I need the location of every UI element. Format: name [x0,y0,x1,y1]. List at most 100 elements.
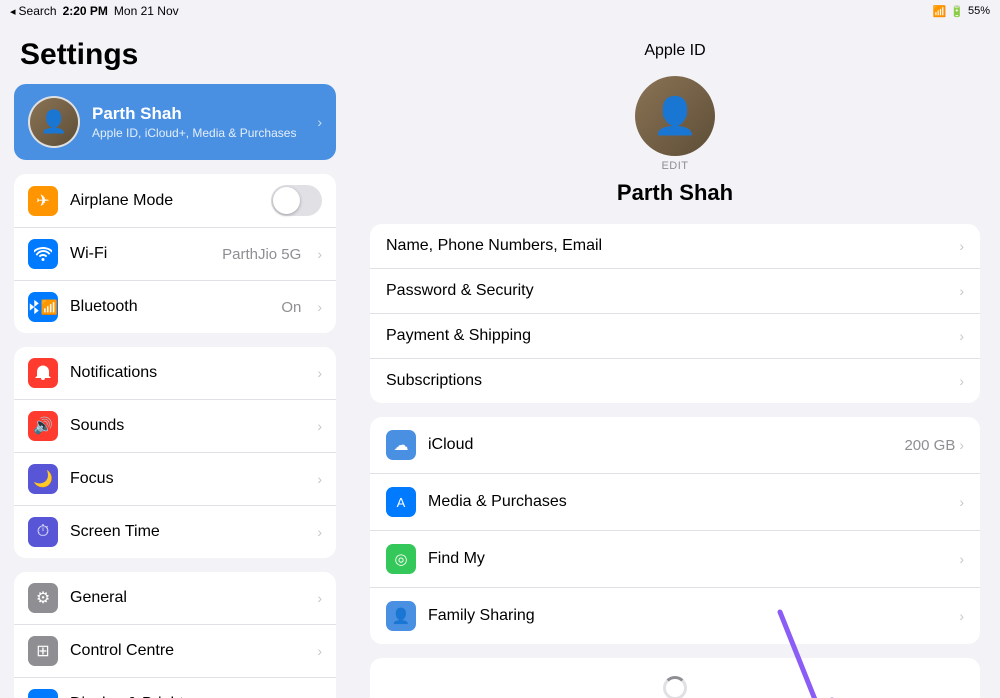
right-item-name-phone[interactable]: Name, Phone Numbers, Email › [370,224,980,269]
screen-time-icon: ⏱ [28,517,58,547]
notifications-chevron-icon: › [317,365,322,381]
name-phone-label: Name, Phone Numbers, Email [386,237,959,255]
profile-card[interactable]: 👤 Parth Shah Apple ID, iCloud+, Media & … [14,84,336,160]
payment-shipping-label: Payment & Shipping [386,327,959,345]
profile-info: Parth Shah Apple ID, iCloud+, Media & Pu… [92,104,305,140]
screen-time-label: Screen Time [70,523,305,541]
bluetooth-icon: 📶 [28,292,58,322]
sounds-chevron-icon: › [317,418,322,434]
airplane-mode-icon: ✈ [28,186,58,216]
sidebar-item-general[interactable]: ⚙ General › [14,572,336,625]
right-item-subscriptions[interactable]: Subscriptions › [370,359,980,403]
right-item-payment-shipping[interactable]: Payment & Shipping › [370,314,980,359]
right-item-find-my[interactable]: ◎ Find My › [370,531,980,588]
find-my-chevron-icon: › [959,551,964,567]
media-chevron-icon: › [959,494,964,510]
apple-id-header: Apple ID [350,22,1000,76]
profile-subtitle: Apple ID, iCloud+, Media & Purchases [92,126,305,140]
sidebar-title: Settings [0,22,350,84]
notifications-label: Notifications [70,364,305,382]
right-group-services: ☁ iCloud 200 GB › A Media & Purchases › … [370,417,980,644]
status-bar: Search 2:20 PM Mon 21 Nov 📶 🔋 55% [0,0,1000,22]
status-left: Search 2:20 PM Mon 21 Nov [10,4,179,18]
airplane-mode-label: Airplane Mode [70,192,259,210]
sidebar-item-airplane-mode[interactable]: ✈ Airplane Mode [14,174,336,228]
family-sharing-chevron-icon: › [959,608,964,624]
sidebar-item-wifi[interactable]: Wi-Fi ParthJio 5G › [14,228,336,281]
media-purchases-label: Media & Purchases [428,493,959,511]
subscriptions-chevron-icon: › [959,373,964,389]
general-chevron-icon: › [317,590,322,606]
bluetooth-label: Bluetooth [70,298,269,316]
sounds-label: Sounds [70,417,305,435]
apple-id-name: Parth Shah [350,180,1000,206]
sidebar-item-control-centre[interactable]: ⊞ Control Centre › [14,625,336,678]
apple-id-avatar[interactable]: 👤 [635,76,715,156]
sidebar-item-sounds[interactable]: 🔊 Sounds › [14,400,336,453]
status-time: 2:20 PM [63,4,108,18]
battery-icon: 🔋 [950,5,964,18]
sidebar: Settings 👤 Parth Shah Apple ID, iCloud+,… [0,22,350,698]
apple-id-avatar-wrap: 👤 EDIT [350,76,1000,172]
wifi-label: Wi-Fi [70,245,210,263]
right-item-icloud[interactable]: ☁ iCloud 200 GB › [370,417,980,474]
icloud-chevron-icon: › [959,437,964,453]
sidebar-item-notifications[interactable]: Notifications › [14,347,336,400]
general-icon: ⚙ [28,583,58,613]
sidebar-item-display-brightness[interactable]: AA Display & Brightness › [14,678,336,698]
bluetooth-value: On [281,299,301,316]
status-right: 📶 🔋 55% [933,5,990,18]
settings-group-connectivity: ✈ Airplane Mode Wi-Fi ParthJio 5G › [14,174,336,333]
focus-label: Focus [70,470,305,488]
control-centre-chevron-icon: › [317,643,322,659]
avatar: 👤 [28,96,80,148]
wifi-value: ParthJio 5G [222,246,301,263]
edit-label[interactable]: EDIT [661,160,688,172]
icloud-icon: ☁ [386,430,416,460]
family-sharing-label: Family Sharing [428,607,959,625]
general-label: General [70,589,305,607]
focus-chevron-icon: › [317,471,322,487]
battery-percent: 55% [968,5,990,17]
search-status: Search [10,4,57,18]
right-item-media-purchases[interactable]: A Media & Purchases › [370,474,980,531]
sounds-icon: 🔊 [28,411,58,441]
find-my-label: Find My [428,550,959,568]
display-brightness-icon: AA [28,689,58,698]
loading-spinner-container [370,658,980,698]
name-phone-chevron-icon: › [959,238,964,254]
wifi-icon: 📶 [933,5,947,18]
focus-icon: 🌙 [28,464,58,494]
password-security-label: Password & Security [386,282,959,300]
find-my-icon: ◎ [386,544,416,574]
payment-chevron-icon: › [959,328,964,344]
main-layout: Settings 👤 Parth Shah Apple ID, iCloud+,… [0,22,1000,698]
media-purchases-icon: A [386,487,416,517]
status-date: Mon 21 Nov [114,4,179,18]
settings-group-system: Notifications › 🔊 Sounds › 🌙 Focus › ⏱ S… [14,347,336,558]
right-panel: Apple ID 👤 EDIT Parth Shah Name, Phone N… [350,22,1000,698]
wifi-settings-icon [28,239,58,269]
icloud-value: 200 GB [904,437,955,454]
bluetooth-chevron-icon: › [317,299,322,315]
screen-time-chevron-icon: › [317,524,322,540]
family-sharing-icon: 👤 [386,601,416,631]
control-centre-icon: ⊞ [28,636,58,666]
profile-chevron-icon: › [317,114,322,130]
airplane-mode-toggle[interactable] [271,185,322,216]
sidebar-item-screen-time[interactable]: ⏱ Screen Time › [14,506,336,558]
loading-spinner [663,676,687,698]
right-item-password-security[interactable]: Password & Security › [370,269,980,314]
settings-group-device: ⚙ General › ⊞ Control Centre › AA Displa… [14,572,336,698]
right-content: Name, Phone Numbers, Email › Password & … [350,224,1000,698]
notifications-icon [28,358,58,388]
subscriptions-label: Subscriptions [386,372,959,390]
right-group-account: Name, Phone Numbers, Email › Password & … [370,224,980,403]
password-chevron-icon: › [959,283,964,299]
sidebar-item-focus[interactable]: 🌙 Focus › [14,453,336,506]
sidebar-item-bluetooth[interactable]: 📶 Bluetooth On › [14,281,336,333]
right-item-family-sharing[interactable]: 👤 Family Sharing › [370,588,980,644]
wifi-chevron-icon: › [317,246,322,262]
icloud-label: iCloud [428,436,904,454]
control-centre-label: Control Centre [70,642,305,660]
